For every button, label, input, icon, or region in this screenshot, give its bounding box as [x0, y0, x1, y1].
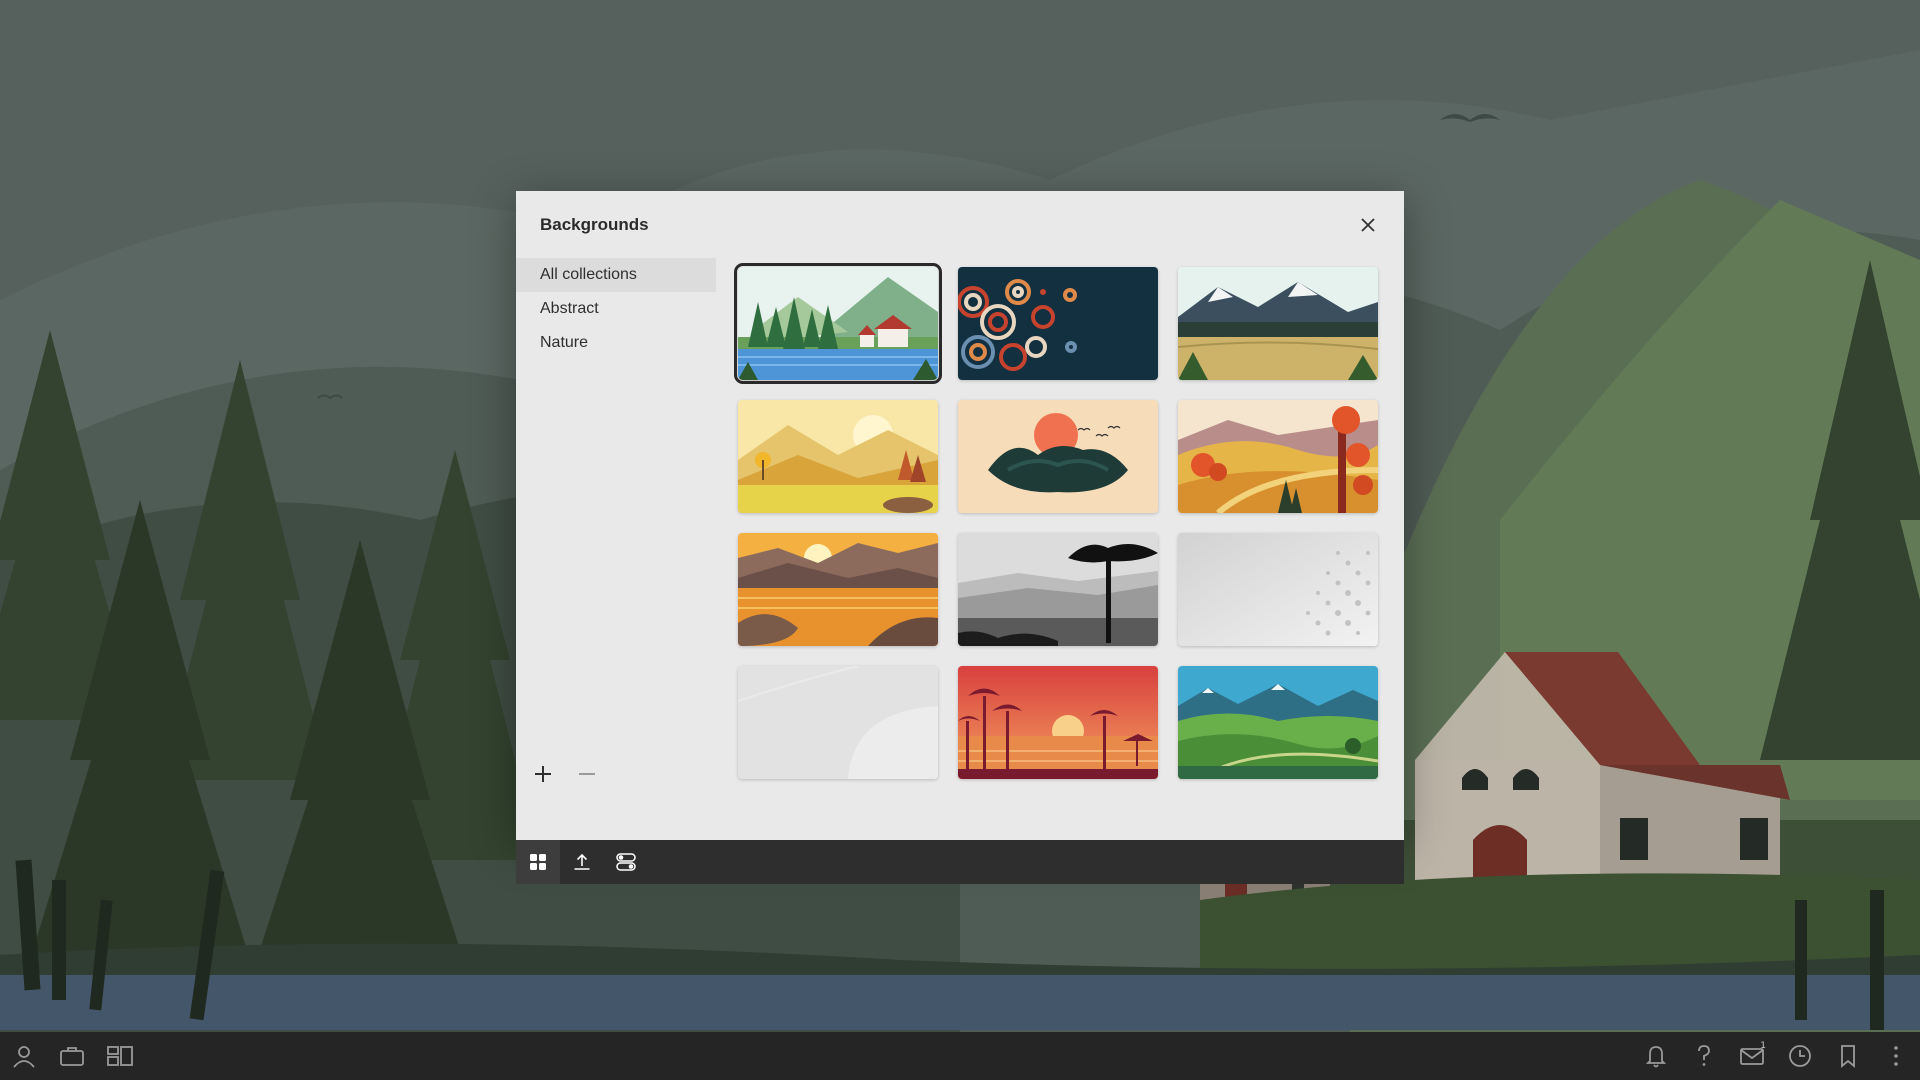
dialog-title: Backgrounds: [540, 215, 649, 234]
upload-button[interactable]: [560, 840, 604, 884]
thumbnail-green-valley-mountains[interactable]: [1178, 666, 1378, 779]
golden-river-sunset-image: [738, 533, 938, 646]
thumbnail-mountain-meadow[interactable]: [1178, 267, 1378, 380]
backgrounds-dialog: Backgrounds All collections Abstract Nat…: [516, 191, 1404, 884]
gray-dots-gradient-image: [1178, 533, 1378, 646]
taskbar: 1: [0, 1032, 1920, 1080]
collections-sidebar: All collections Abstract Nature: [516, 258, 716, 360]
close-icon: [1361, 218, 1375, 232]
sidebar-item-nature[interactable]: Nature: [516, 326, 716, 360]
messages-button[interactable]: 1: [1732, 1032, 1772, 1080]
layout-icon: [107, 1046, 133, 1066]
thumbnail-gray-dots-gradient[interactable]: [1178, 533, 1378, 646]
abstract-circles-image: [958, 267, 1158, 380]
history-button[interactable]: [1780, 1032, 1820, 1080]
more-vertical-icon: [1894, 1046, 1898, 1066]
dark-island-sunset-image: [958, 400, 1158, 513]
grid-view-button[interactable]: [516, 840, 560, 884]
plus-icon: [535, 766, 551, 782]
forest-lake-house-image: [738, 267, 938, 380]
thumbnail-yellow-hills-sun[interactable]: [738, 400, 938, 513]
clock-icon: [1789, 1045, 1811, 1067]
toggles-icon: [616, 853, 636, 871]
settings-toggle-button[interactable]: [604, 840, 648, 884]
sidebar-actions: [530, 761, 600, 787]
layout-button[interactable]: [100, 1032, 140, 1080]
thumbnail-abstract-circles[interactable]: [958, 267, 1158, 380]
add-collection-button[interactable]: [530, 761, 556, 787]
close-button[interactable]: [1354, 211, 1382, 239]
more-button[interactable]: [1876, 1032, 1916, 1080]
thumbnail-light-gray-arc[interactable]: [738, 666, 938, 779]
bookmark-icon: [1841, 1045, 1855, 1068]
light-gray-arc-image: [738, 666, 938, 779]
dialog-toolbar: [516, 840, 1404, 884]
user-icon: [13, 1046, 35, 1068]
thumbnail-forest-lake-house[interactable]: [734, 263, 942, 384]
thumbnail-golden-river-sunset[interactable]: [738, 533, 938, 646]
mountain-meadow-image: [1178, 267, 1378, 380]
help-icon: [1698, 1045, 1710, 1066]
bell-icon: [1645, 1046, 1667, 1068]
thumbnail-grid: [734, 263, 1378, 779]
remove-collection-button[interactable]: [574, 761, 600, 787]
help-button[interactable]: [1684, 1032, 1724, 1080]
grayscale-savanna-image: [958, 533, 1158, 646]
thumbnail-grayscale-savanna[interactable]: [958, 533, 1158, 646]
grid-icon: [530, 854, 546, 870]
mail-badge: 1: [1760, 1041, 1766, 1051]
thumbnail-tropical-sunset-palms[interactable]: [958, 666, 1158, 779]
sidebar-item-abstract[interactable]: Abstract: [516, 292, 716, 326]
tropical-sunset-palms-image: [958, 666, 1158, 779]
briefcase-button[interactable]: [52, 1032, 92, 1080]
bookmarks-button[interactable]: [1828, 1032, 1868, 1080]
autumn-trees-image: [1178, 400, 1378, 513]
briefcase-icon: [60, 1047, 84, 1066]
notifications-button[interactable]: [1636, 1032, 1676, 1080]
sidebar-item-all-collections[interactable]: All collections: [516, 258, 716, 292]
upload-icon: [574, 853, 590, 870]
user-button[interactable]: [4, 1032, 44, 1080]
thumbnail-autumn-trees[interactable]: [1178, 400, 1378, 513]
yellow-hills-sun-image: [738, 400, 938, 513]
minus-icon: [579, 773, 595, 775]
green-valley-mountains-image: [1178, 666, 1378, 779]
thumbnail-dark-island-sunset[interactable]: [958, 400, 1158, 513]
